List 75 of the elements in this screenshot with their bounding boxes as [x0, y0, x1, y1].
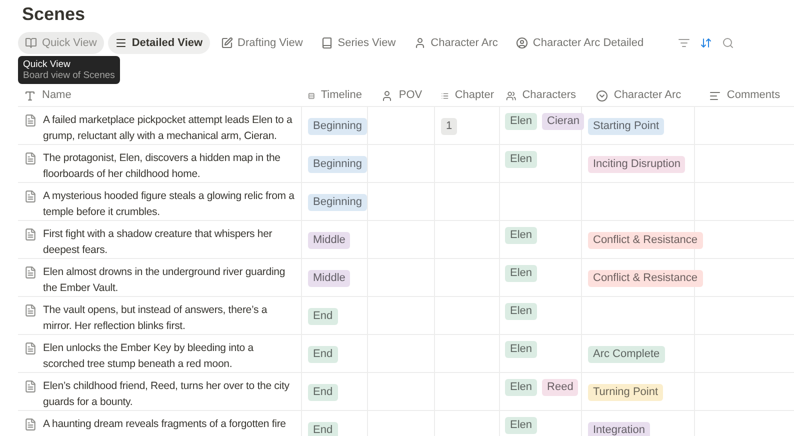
column-header[interactable]: Name — [42, 87, 72, 104]
tag: Elen — [505, 151, 538, 168]
scene-title[interactable]: Elen unlocks the Ember Key by bleeding into a scorched tree stump beneath a red moon. — [43, 340, 297, 372]
scene-title[interactable]: Elen’s childhood friend, Reed, turns her over to the city guards for a bounty. — [43, 378, 297, 410]
page-icon — [24, 228, 37, 241]
tag: Beginning — [308, 194, 367, 211]
search-icon[interactable] — [722, 37, 734, 49]
scene-title[interactable]: First fight with a shadow creature that whispers her deepest fears. — [43, 226, 297, 258]
view-tab[interactable]: Quick View — [18, 32, 104, 54]
filter-icon[interactable] — [678, 37, 690, 49]
scene-title[interactable]: Elen almost drowns in the underground river guarding the Ember Vault. — [43, 264, 297, 296]
column-header[interactable]: POV — [398, 87, 422, 104]
page-icon — [24, 152, 37, 165]
tag: Elen — [505, 113, 538, 130]
circle-chevron-icon — [596, 90, 608, 102]
view-tab[interactable]: Series View — [314, 32, 403, 54]
text-type-icon — [24, 90, 36, 102]
tag: End — [308, 422, 338, 436]
tag: Inciting Disruption — [588, 156, 686, 173]
tag: 1 — [441, 118, 458, 135]
page-icon — [24, 114, 37, 127]
column-header[interactable]: Characters — [522, 87, 576, 104]
column-header[interactable]: Comments — [726, 87, 780, 104]
page-icon — [24, 418, 37, 431]
scene-title[interactable]: A failed marketplace pickpocket attempt leads Elen to a grump, reluctant ally with a mechanical arm, Cieran. — [43, 112, 297, 144]
tag: Elen — [505, 227, 538, 244]
text-lines-icon — [708, 90, 721, 102]
person-icon — [414, 37, 426, 49]
column-header[interactable]: Timeline — [320, 87, 362, 104]
tooltip-text: Board view of Scenes — [23, 70, 115, 81]
book-icon — [320, 37, 333, 49]
page-icon — [24, 342, 37, 355]
pencil-square-icon — [220, 37, 233, 49]
page-icon — [24, 266, 37, 279]
view-tab[interactable]: Drafting View — [214, 32, 310, 54]
person-circle-icon — [516, 37, 528, 49]
tag: Elen — [505, 417, 538, 434]
tag: Integration — [588, 422, 650, 436]
view-tab[interactable]: Character Arc — [406, 32, 505, 54]
tag: Beginning — [308, 156, 367, 173]
tag: End — [308, 346, 338, 363]
tag: Reed — [542, 379, 578, 396]
tag: Arc Complete — [588, 346, 665, 363]
view-tab[interactable]: Character Arc Detailed — [508, 32, 651, 54]
tag: Cieran — [542, 113, 584, 130]
people-icon — [506, 90, 516, 102]
scene-title[interactable]: A haunting dream reveals fragments of a forgotten fire — [43, 416, 286, 432]
tag: End — [308, 308, 338, 325]
tag: Middle — [308, 270, 350, 287]
page-icon — [24, 190, 37, 203]
column-header[interactable]: Chapter — [454, 87, 494, 104]
tooltip-title: Quick View — [23, 59, 72, 70]
sort-icon[interactable] — [700, 37, 712, 49]
tag: Elen — [505, 379, 538, 396]
tag: Turning Point — [588, 384, 664, 401]
scene-title[interactable]: The protagonist, Elen, discovers a hidden map in the floorboards of her childhood home. — [43, 150, 297, 182]
tag: Middle — [308, 232, 350, 249]
tag: Conflict & Resistance — [588, 232, 703, 249]
tag: Starting Point — [588, 118, 664, 135]
scene-title[interactable]: A mysterious hooded figure steals a glowing relic from a temple before it crumbles. — [43, 188, 297, 220]
page-icon — [24, 380, 37, 393]
person-icon — [380, 90, 393, 102]
page-icon — [24, 304, 37, 317]
tag: Conflict & Resistance — [588, 270, 703, 287]
book-icon — [25, 37, 37, 49]
tag: Elen — [505, 341, 538, 358]
tag: Beginning — [308, 118, 367, 135]
column-header[interactable]: Character Arc — [614, 87, 682, 104]
scene-title[interactable]: The vault opens, but instead of answers, there’s a mirror. Her reflection blinks first. — [43, 302, 297, 334]
view-tab[interactable]: Detailed View — [108, 32, 210, 54]
page-title: Scenes — [21, 3, 86, 26]
tag: End — [308, 384, 338, 401]
tag: Elen — [505, 265, 538, 282]
tag: Elen — [505, 303, 538, 320]
list-icon — [114, 37, 127, 49]
